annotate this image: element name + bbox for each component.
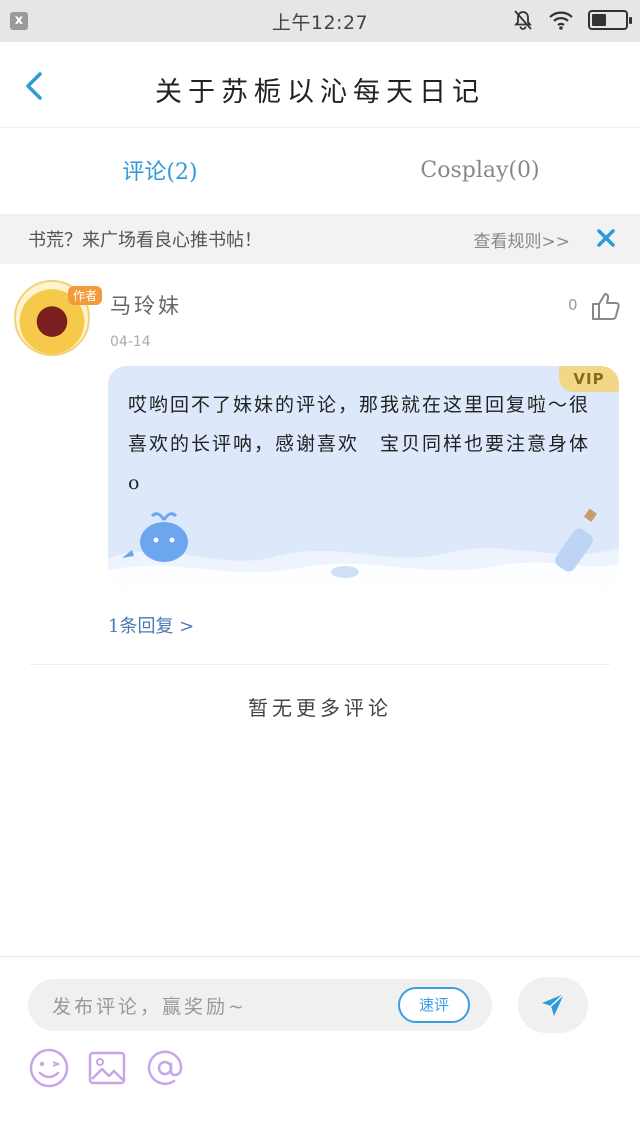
send-button[interactable] [518, 977, 588, 1033]
emoji-icon[interactable] [28, 1047, 70, 1089]
status-bar: x 上午12:27 [0, 0, 640, 42]
at-icon[interactable] [144, 1047, 186, 1089]
quick-comment-button[interactable]: 速评 [398, 987, 470, 1023]
whale-decoration [108, 508, 619, 588]
input-placeholder: 发布评论，赢奖励~ [52, 996, 247, 1018]
wifi-icon [549, 11, 573, 30]
thumbs-up-icon[interactable] [590, 290, 622, 322]
back-chevron-icon[interactable] [18, 68, 54, 104]
page-title: 关于苏栀以沁每天日记 [155, 77, 485, 108]
divider [30, 664, 610, 665]
view-replies-link[interactable]: 1条回复 > [108, 612, 194, 638]
close-icon[interactable] [594, 226, 618, 250]
author-badge: 作者 [68, 286, 103, 305]
comment-date: 04-14 [110, 334, 151, 350]
comment-input[interactable]: 发布评论，赢奖励~ 速评 [28, 979, 492, 1031]
no-more-comments: 暂无更多评论 [248, 696, 392, 720]
view-rules-link[interactable]: 查看规则>> [474, 227, 571, 252]
username[interactable]: 马玲妹 [110, 290, 182, 320]
comment-footer: 发布评论，赢奖励~ 速评 [0, 956, 640, 1138]
notice-text[interactable]: 书荒？来广场看良心推书帖！ [28, 226, 262, 252]
send-arrow-icon [542, 993, 565, 1016]
header: 关于苏栀以沁每天日记 [0, 42, 640, 128]
comment-text: 哎哟回不了妹妹的评论，那我就在这里回复啦～很喜欢的长评呐，感谢喜欢 宝贝同样也要… [128, 394, 591, 494]
battery-icon [588, 10, 632, 30]
bell-muted-icon [514, 10, 532, 30]
comment-bubble: VIP 哎哟回不了妹妹的评论，那我就在这里回复啦～很喜欢的长评呐，感谢喜欢 宝贝… [108, 366, 619, 588]
like-count: 0 [568, 296, 578, 314]
notice-bar: 书荒？来广场看良心推书帖！ 查看规则>> [0, 214, 640, 264]
image-icon[interactable] [86, 1047, 128, 1089]
tab-bar: 评论(2) Cosplay(0) [0, 128, 640, 212]
status-time: 上午12:27 [271, 11, 369, 34]
tab-comments[interactable]: 评论(2) [0, 128, 320, 212]
battery-level [592, 14, 607, 26]
notification-close-icon[interactable]: x [10, 12, 28, 30]
tab-cosplay[interactable]: Cosplay(0) [320, 128, 640, 212]
status-icons [512, 9, 632, 31]
